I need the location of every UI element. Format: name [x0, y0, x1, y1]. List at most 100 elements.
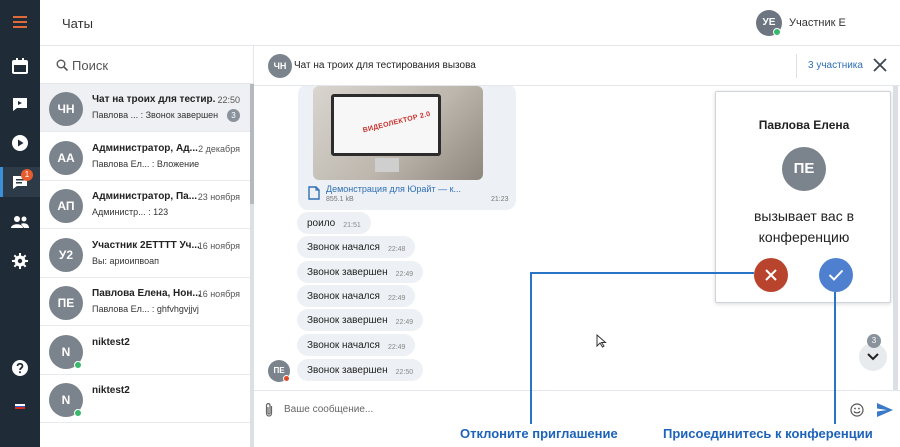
chat-name: niktest2 — [92, 336, 130, 348]
caller-name: Павлова Елена — [758, 118, 850, 132]
rail-item-calendar[interactable] — [0, 51, 40, 81]
monitor-stand — [375, 158, 399, 172]
chat-time: 16 ноября — [197, 289, 240, 299]
chat-list-item[interactable]: АП Администратор, Па... 23 ноября Администр… — [40, 181, 250, 229]
decline-call-button[interactable] — [754, 258, 788, 292]
participants-link[interactable]: 3 участника — [808, 60, 863, 71]
message-bubble[interactable]: Звонок начался 22:48 — [297, 236, 416, 258]
conversation-header: ЧН Чат на троих для тестирования вызова … — [254, 46, 900, 86]
chat-list-item[interactable]: ПЕ Павлова Елена, Нон... 16 ноября Павлова … — [40, 278, 250, 326]
rail-item-help[interactable] — [0, 353, 40, 383]
menu-button[interactable] — [0, 7, 40, 37]
message-text: роило — [307, 217, 336, 229]
message-time: 21:51 — [343, 221, 361, 229]
search-icon — [56, 59, 68, 71]
chat-list-item[interactable]: Nniktest2 — [40, 375, 250, 423]
attachment-preview[interactable]: ВИДЕОЛЕКТОР 2.0 — [313, 86, 483, 180]
accept-call-button[interactable] — [819, 258, 853, 292]
close-icon[interactable] — [872, 57, 888, 73]
user-name[interactable]: Участник Е — [789, 17, 846, 29]
message-time: 22:48 — [387, 245, 406, 253]
chat-avatar: У2 — [49, 237, 83, 272]
online-status-icon — [74, 360, 82, 369]
chat-time: 23 ноября — [197, 192, 240, 202]
message-composer — [254, 390, 900, 427]
paperclip-icon[interactable] — [264, 402, 274, 418]
chat-preview: Вы: ариоипвоап — [92, 255, 159, 266]
message-bubble[interactable]: Звонок завершен 22:50 — [297, 359, 424, 381]
chat-unread-count: 3 — [227, 109, 240, 122]
online-status-icon — [773, 28, 781, 36]
chat-name: niktest2 — [92, 385, 130, 396]
chat-avatar: ПЕ — [49, 286, 83, 320]
search-bar — [40, 46, 253, 84]
rail-item-contacts[interactable] — [0, 207, 40, 237]
chat-time: 22:50 — [217, 95, 240, 105]
calendar-icon — [12, 58, 28, 74]
rail-item-settings[interactable] — [0, 246, 40, 276]
message-text: Звонок завершен — [307, 364, 388, 376]
mouse-cursor-icon — [596, 334, 607, 348]
message-time: 22:49 — [387, 294, 406, 302]
rail-item-chats[interactable]: 1 — [0, 167, 40, 197]
rail-item-play[interactable] — [0, 128, 40, 158]
conversation-avatar: ЧН — [268, 54, 292, 78]
chat-preview: Павлова ... : Звонок завершен — [92, 110, 219, 120]
search-input[interactable] — [72, 55, 242, 75]
smiley-icon[interactable] — [850, 403, 864, 417]
rail-item-video[interactable] — [0, 89, 40, 119]
message-bubble[interactable]: Звонок завершен 22:49 — [297, 261, 424, 283]
message-time: 22:50 — [395, 368, 414, 376]
chat-name: Чат на троих для тестир... — [92, 94, 216, 105]
message-scrollbar[interactable] — [893, 86, 898, 390]
file-icon — [308, 186, 320, 200]
checkmark-icon — [828, 269, 844, 281]
decline-leader-line — [530, 272, 532, 424]
app-rail: 1 — [0, 0, 40, 447]
hamburger-icon — [13, 16, 27, 28]
message-text: Звонок начался — [307, 241, 380, 253]
logo-text: ВИДЕОЛЕКТОР 2.0 — [362, 110, 432, 135]
page-title: Чаты — [62, 16, 93, 31]
send-icon[interactable] — [877, 403, 893, 417]
chat-preview: Администр... : 123 — [92, 207, 169, 217]
caller-avatar: ПЕ — [782, 147, 826, 191]
message-bubble[interactable]: Звонок завершен 22:49 — [297, 309, 424, 331]
language-flag-icon[interactable] — [15, 404, 25, 409]
message-bubble[interactable]: Звонок начался 22:49 — [297, 334, 416, 356]
chat-avatar: АП — [49, 189, 83, 223]
conversation-title: Чат на троих для тестирования вызова — [294, 60, 476, 71]
people-icon — [11, 216, 29, 228]
unread-badge: 1 — [21, 169, 33, 181]
file-size: 855.1 kB — [326, 196, 354, 203]
file-name[interactable]: Демонстрация для Юрайт — к... — [326, 184, 476, 194]
call-message: вызывает вас в конференцию — [753, 208, 855, 245]
decline-leader-line — [530, 272, 754, 274]
unread-count-badge: 3 — [867, 334, 881, 348]
video-chat-icon — [13, 98, 27, 111]
message-time: 22:49 — [387, 343, 406, 351]
chat-list-item[interactable]: У2 Участник 2ЕТТТТ Уч... 16 ноября Вы: арио… — [40, 230, 250, 278]
message-input[interactable] — [284, 399, 804, 419]
play-icon — [12, 135, 28, 151]
close-icon — [765, 269, 777, 281]
message-text: Звонок завершен — [307, 314, 388, 326]
chat-list-item[interactable]: АА Администратор, Ад... 2 декабря Павлова Е… — [40, 133, 250, 181]
chat-preview: Павлова Ел... : Вложение — [92, 158, 200, 169]
accept-callout: Присоединитесь к конференции — [663, 426, 873, 441]
chat-avatar: ЧН — [49, 92, 83, 126]
monitor-image: ВИДЕОЛЕКТОР 2.0 — [331, 94, 441, 156]
message-time: 22:49 — [395, 270, 414, 278]
chat-list-item[interactable]: ЧН Чат на троих для тестир... 22:50 Павлова… — [40, 84, 250, 132]
accept-leader-line — [834, 292, 836, 424]
chat-list-pane: ЧН Чат на троих для тестир...22:50 Павлова… — [40, 46, 254, 447]
message-time: 21:23 — [491, 196, 509, 203]
message-time: 22:49 — [395, 318, 414, 326]
message-text: Звонок начался — [307, 339, 380, 351]
file-attachment[interactable]: ВИДЕОЛЕКТОР 2.0 Демонстрация для Юрайт —… — [298, 86, 516, 210]
chat-time: 2 декабря — [198, 143, 240, 154]
message-bubble[interactable]: роило 21:51 — [297, 212, 371, 234]
message-bubble[interactable]: Звонок начался 22:49 — [297, 285, 416, 307]
chat-list-item[interactable]: Nniktest2 — [40, 327, 250, 375]
gear-icon — [12, 253, 28, 269]
